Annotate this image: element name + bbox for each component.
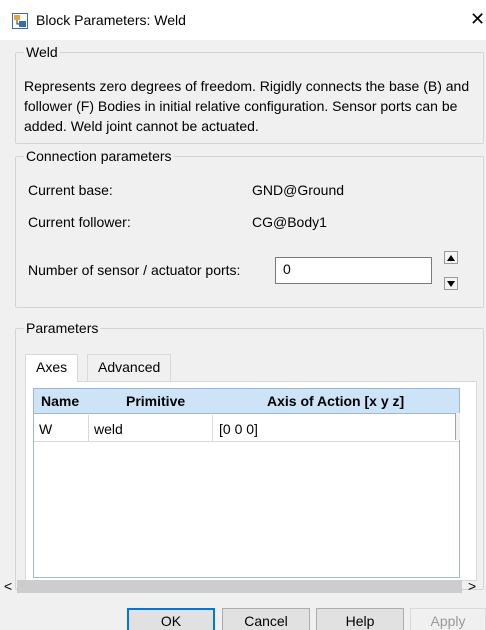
title-bar: Block Parameters: Weld ✕ <box>0 0 486 40</box>
current-base-value: GND@Ground <box>252 182 345 198</box>
ok-button[interactable]: OK <box>127 608 215 630</box>
window-title: Block Parameters: Weld <box>36 12 186 28</box>
help-button[interactable]: Help <box>316 608 404 630</box>
column-divider <box>88 415 89 442</box>
simulink-block-icon <box>12 13 28 29</box>
connection-parameters-legend: Connection parameters <box>26 148 172 164</box>
close-icon[interactable]: ✕ <box>470 9 485 29</box>
cell-primitive[interactable]: weld <box>94 421 123 437</box>
parameters-legend: Parameters <box>26 320 99 336</box>
triangle-down-icon <box>447 281 455 287</box>
cell-scroll-handle[interactable] <box>455 413 460 440</box>
current-follower-value: CG@Body1 <box>252 214 327 230</box>
weld-group-legend: Weld <box>26 44 58 60</box>
table-row[interactable]: W weld [0 0 0] <box>34 415 459 442</box>
column-header-axis[interactable]: Axis of Action [x y z] <box>267 393 404 409</box>
weld-description: Represents zero degrees of freedom. Rigi… <box>24 78 470 134</box>
cancel-button[interactable]: Cancel <box>222 608 310 630</box>
scroll-left-icon[interactable]: < <box>4 578 12 594</box>
apply-button[interactable]: Apply <box>410 608 486 630</box>
column-header-primitive[interactable]: Primitive <box>126 393 185 409</box>
spin-down-button[interactable] <box>444 277 458 290</box>
current-follower-label: Current follower: <box>28 214 131 230</box>
scrollbar-thumb[interactable] <box>17 580 462 593</box>
tab-advanced[interactable]: Advanced <box>87 354 172 381</box>
column-divider <box>212 415 213 442</box>
ports-input[interactable]: 0 <box>275 257 432 284</box>
triangle-up-icon <box>447 255 455 261</box>
column-header-name[interactable]: Name <box>41 393 79 409</box>
cell-name[interactable]: W <box>39 421 52 437</box>
table-header: Name Primitive Axis of Action [x y z] <box>34 389 459 414</box>
tab-axes[interactable]: Axes <box>25 354 79 382</box>
current-base-label: Current base: <box>28 182 113 198</box>
ports-label: Number of sensor / actuator ports: <box>28 262 241 278</box>
axes-table: Name Primitive Axis of Action [x y z] W … <box>33 388 460 578</box>
spin-up-button[interactable] <box>444 251 458 264</box>
horizontal-scrollbar[interactable]: < > <box>0 578 486 595</box>
scroll-right-icon[interactable]: > <box>468 578 476 594</box>
cell-axis[interactable]: [0 0 0] <box>219 421 258 437</box>
